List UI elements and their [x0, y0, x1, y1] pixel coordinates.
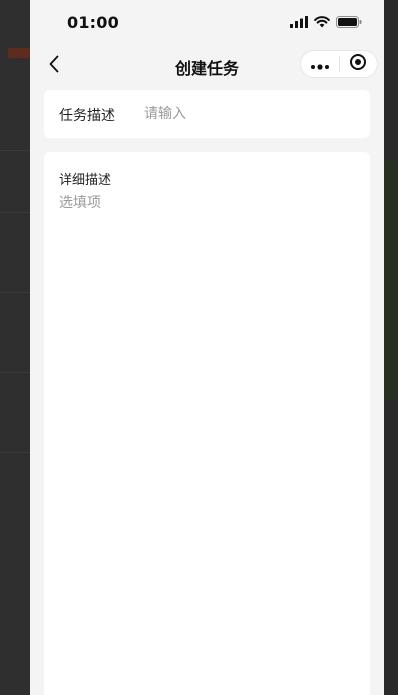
detail-description-card: 详细描述: [44, 152, 370, 695]
battery-icon: [336, 16, 362, 28]
task-description-label: 任务描述: [59, 108, 115, 124]
background-divider: [0, 150, 30, 151]
background-divider: [0, 292, 30, 293]
task-description-card: 任务描述: [44, 90, 370, 138]
status-time: 01:00: [67, 13, 119, 32]
wifi-icon: [314, 16, 330, 28]
background-divider: [0, 452, 30, 453]
background-page-right: [384, 0, 398, 695]
detail-description-textarea[interactable]: [59, 192, 355, 672]
background-page-left: [0, 0, 30, 695]
more-icon: [310, 55, 330, 74]
navigation-bar: 创建任务: [30, 46, 384, 86]
mini-program-page: 01:00 创建任务 任务描述 请输入 详细描述 选填项: [30, 0, 384, 695]
close-target-icon: [349, 53, 367, 75]
background-divider: [0, 212, 30, 213]
close-mini-program-button[interactable]: [339, 51, 377, 77]
background-divider: [0, 372, 30, 373]
more-button[interactable]: [301, 51, 339, 77]
task-description-input[interactable]: [144, 104, 354, 124]
background-stripe: [384, 160, 398, 400]
signal-icon: [290, 16, 308, 28]
detail-description-label: 详细描述: [59, 173, 112, 188]
status-bar: 01:00: [30, 0, 384, 46]
menu-capsule: [300, 50, 378, 78]
status-icons: [290, 16, 362, 28]
background-accent: [8, 48, 30, 58]
